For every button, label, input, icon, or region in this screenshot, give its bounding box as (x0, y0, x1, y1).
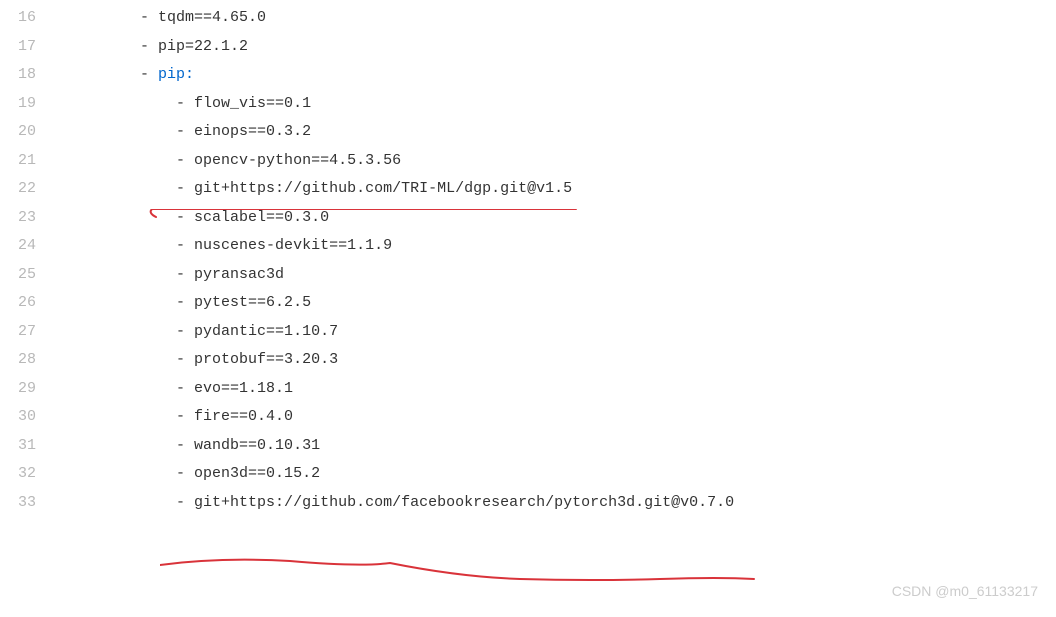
watermark: CSDN @m0_61133217 (892, 578, 1038, 605)
line-number: 23 (0, 204, 68, 233)
line-content[interactable]: - pip: (68, 61, 194, 90)
code-line: 26 - pytest==6.2.5 (0, 289, 1056, 318)
code-segment: pytest==6.2.5 (194, 294, 311, 311)
line-number: 25 (0, 261, 68, 290)
line-number: 27 (0, 318, 68, 347)
line-number: 26 (0, 289, 68, 318)
code-segment: - (176, 95, 194, 112)
line-number: 32 (0, 460, 68, 489)
code-line: 16 - tqdm==4.65.0 (0, 4, 1056, 33)
code-segment: protobuf==3.20.3 (194, 351, 338, 368)
code-segment: - (176, 294, 194, 311)
line-number: 17 (0, 33, 68, 62)
line-number: 28 (0, 346, 68, 375)
code-line: 22 - git+https://github.com/TRI-ML/dgp.g… (0, 175, 1056, 204)
code-segment: - (176, 437, 194, 454)
code-segment: wandb==0.10.31 (194, 437, 320, 454)
code-segment: - (176, 494, 194, 511)
line-number: 30 (0, 403, 68, 432)
code-line: 33 - git+https://github.com/facebookrese… (0, 489, 1056, 518)
code-line: 23 - scalabel==0.3.0 (0, 204, 1056, 233)
code-line: 28 - protobuf==3.20.3 (0, 346, 1056, 375)
code-segment: flow_vis==0.1 (194, 95, 311, 112)
code-line: 18 - pip: (0, 61, 1056, 90)
code-line: 17 - pip=22.1.2 (0, 33, 1056, 62)
line-content[interactable]: - pyransac3d (68, 261, 284, 290)
code-line: 25 - pyransac3d (0, 261, 1056, 290)
line-content[interactable]: - pip=22.1.2 (68, 33, 248, 62)
line-content[interactable]: - scalabel==0.3.0 (68, 204, 329, 233)
code-segment: nuscenes-devkit==1.1.9 (194, 237, 392, 254)
code-segment: - (176, 237, 194, 254)
code-line: 20 - einops==0.3.2 (0, 118, 1056, 147)
line-number: 19 (0, 90, 68, 119)
code-segment: - (176, 465, 194, 482)
line-number: 21 (0, 147, 68, 176)
code-segment: - (176, 351, 194, 368)
line-content[interactable]: - evo==1.18.1 (68, 375, 293, 404)
code-segment: - (140, 66, 158, 83)
code-line: 30 - fire==0.4.0 (0, 403, 1056, 432)
code-segment: - (176, 408, 194, 425)
code-segment: git+https://github.com/TRI-ML/dgp.git@v1… (194, 180, 572, 197)
code-container: 16 - tqdm==4.65.017 - pip=22.1.218 - pip… (0, 0, 1056, 517)
line-number: 24 (0, 232, 68, 261)
code-line: 29 - evo==1.18.1 (0, 375, 1056, 404)
line-content[interactable]: - open3d==0.15.2 (68, 460, 320, 489)
code-segment: - (176, 266, 194, 283)
code-line: 24 - nuscenes-devkit==1.1.9 (0, 232, 1056, 261)
line-content[interactable]: - pytest==6.2.5 (68, 289, 311, 318)
code-line: 32 - open3d==0.15.2 (0, 460, 1056, 489)
code-segment: fire==0.4.0 (194, 408, 293, 425)
code-segment: tqdm==4.65.0 (158, 9, 266, 26)
code-segment: - (176, 209, 194, 226)
underline-path-2 (160, 560, 754, 580)
code-segment: - (140, 9, 158, 26)
line-content[interactable]: - wandb==0.10.31 (68, 432, 320, 461)
code-segment: pyransac3d (194, 266, 284, 283)
line-content[interactable]: - git+https://github.com/facebookresearc… (68, 489, 734, 518)
line-content[interactable]: - git+https://github.com/TRI-ML/dgp.git@… (68, 175, 572, 204)
line-content[interactable]: - einops==0.3.2 (68, 118, 311, 147)
line-content[interactable]: - nuscenes-devkit==1.1.9 (68, 232, 392, 261)
code-segment: - (140, 38, 158, 55)
line-number: 18 (0, 61, 68, 90)
code-segment: - (176, 180, 194, 197)
code-segment: pydantic==1.10.7 (194, 323, 338, 340)
line-content[interactable]: - fire==0.4.0 (68, 403, 293, 432)
code-segment: scalabel==0.3.0 (194, 209, 329, 226)
line-number: 16 (0, 4, 68, 33)
code-segment: - (176, 152, 194, 169)
code-line: 27 - pydantic==1.10.7 (0, 318, 1056, 347)
line-number: 33 (0, 489, 68, 518)
line-number: 22 (0, 175, 68, 204)
code-segment: pip: (158, 66, 194, 83)
code-segment: - (176, 123, 194, 140)
code-segment: - (176, 323, 194, 340)
line-content[interactable]: - protobuf==3.20.3 (68, 346, 338, 375)
code-line: 19 - flow_vis==0.1 (0, 90, 1056, 119)
annotation-underline-2 (160, 557, 760, 587)
line-number: 20 (0, 118, 68, 147)
code-line: 21 - opencv-python==4.5.3.56 (0, 147, 1056, 176)
line-number: 31 (0, 432, 68, 461)
line-content[interactable]: - opencv-python==4.5.3.56 (68, 147, 401, 176)
code-segment: einops==0.3.2 (194, 123, 311, 140)
code-segment: pip=22.1.2 (158, 38, 248, 55)
code-segment: - (176, 380, 194, 397)
code-segment: evo==1.18.1 (194, 380, 293, 397)
line-content[interactable]: - tqdm==4.65.0 (68, 4, 266, 33)
code-segment: git+https://github.com/facebookresearch/… (194, 494, 734, 511)
code-segment: open3d==0.15.2 (194, 465, 320, 482)
line-number: 29 (0, 375, 68, 404)
line-content[interactable]: - flow_vis==0.1 (68, 90, 311, 119)
code-line: 31 - wandb==0.10.31 (0, 432, 1056, 461)
line-content[interactable]: - pydantic==1.10.7 (68, 318, 338, 347)
code-segment: opencv-python==4.5.3.56 (194, 152, 401, 169)
